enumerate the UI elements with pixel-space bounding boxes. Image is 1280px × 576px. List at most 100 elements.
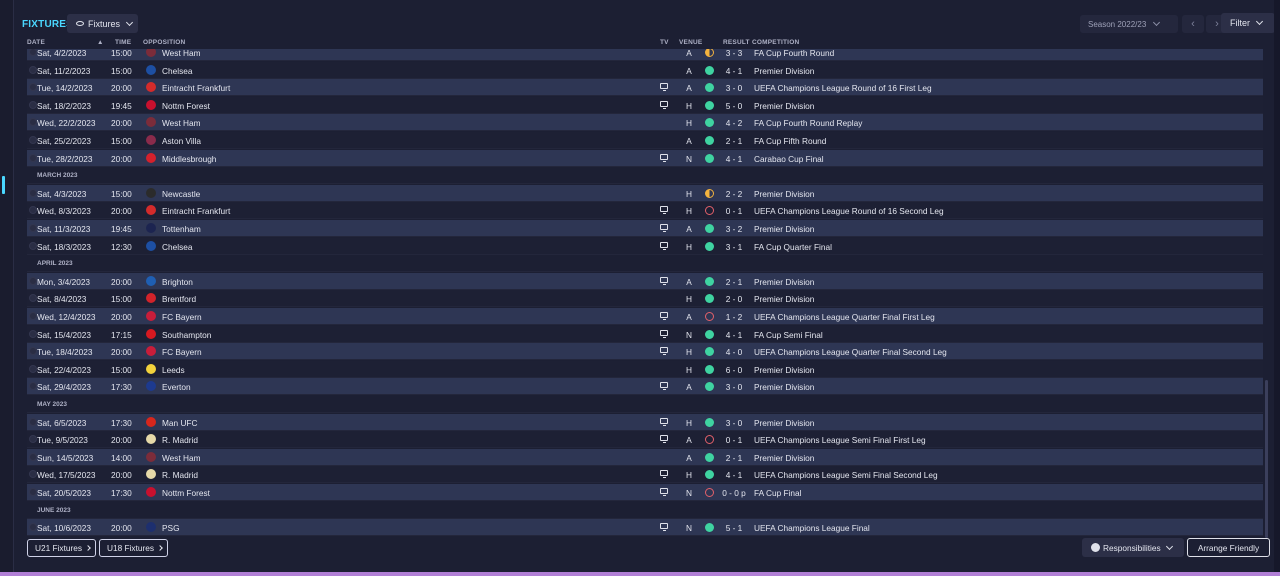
opposition-link[interactable]: Nottm Forest xyxy=(162,488,210,498)
row-select-icon[interactable] xyxy=(29,65,37,74)
fixture-result[interactable]: 3 - 2 xyxy=(722,224,746,234)
col-result[interactable]: RESULT xyxy=(723,39,750,46)
fixture-row[interactable]: Tue, 14/2/2023 20:00 Eintracht Frankfurt A 3… xyxy=(27,79,1263,97)
col-venue[interactable]: VENUE xyxy=(679,39,702,46)
opposition-link[interactable]: Southampton xyxy=(162,330,211,340)
competition-link[interactable]: UEFA Champions League Quarter Final Firs… xyxy=(754,312,935,322)
row-select-icon[interactable] xyxy=(29,488,37,496)
view-dropdown[interactable]: Fixtures xyxy=(67,14,138,33)
fixture-row[interactable]: Sat, 29/4/2023 17:30 Everton A 3 - 0 Premier … xyxy=(27,378,1263,396)
row-select-icon[interactable] xyxy=(29,49,37,56)
opposition-link[interactable]: Chelsea xyxy=(162,242,192,252)
competition-link[interactable]: Premier Division xyxy=(754,101,814,111)
competition-link[interactable]: UEFA Champions League Final xyxy=(754,523,870,533)
opposition-link[interactable]: Nottm Forest xyxy=(162,101,210,111)
opposition-link[interactable]: Newcastle xyxy=(162,189,200,199)
competition-link[interactable]: Carabao Cup Final xyxy=(754,154,824,164)
fixture-row[interactable]: Wed, 17/5/2023 20:00 R. Madrid H 4 - 1 UEFA C… xyxy=(27,466,1263,484)
fixture-result[interactable]: 4 - 1 xyxy=(722,66,746,76)
competition-link[interactable]: Premier Division xyxy=(754,189,814,199)
col-tv[interactable]: TV xyxy=(660,39,669,46)
row-select-icon[interactable] xyxy=(29,241,37,250)
filter-button[interactable]: Filter xyxy=(1221,13,1275,33)
fixture-result[interactable]: 4 - 0 xyxy=(722,347,746,357)
col-time[interactable]: TIME xyxy=(115,39,131,46)
opposition-link[interactable]: R. Madrid xyxy=(162,470,198,480)
fixture-row[interactable]: Sat, 10/6/2023 20:00 PSG N 5 - 1 UEFA Champio… xyxy=(27,519,1263,537)
fixture-result[interactable]: 2 - 0 xyxy=(722,294,746,304)
fixture-row[interactable]: Tue, 18/4/2023 20:00 FC Bayern H 4 - 0 UEFA C… xyxy=(27,343,1263,361)
row-select-icon[interactable] xyxy=(29,382,37,391)
row-select-icon[interactable] xyxy=(29,435,37,444)
competition-link[interactable]: Premier Division xyxy=(754,382,814,392)
opposition-link[interactable]: West Ham xyxy=(162,118,201,128)
row-select-icon[interactable] xyxy=(29,136,37,144)
row-select-icon[interactable] xyxy=(29,523,37,532)
fixture-result[interactable]: 2 - 2 xyxy=(722,189,746,199)
fixture-result[interactable]: 4 - 1 xyxy=(722,330,746,340)
competition-link[interactable]: FA Cup Fifth Round xyxy=(754,136,826,146)
fixture-result[interactable]: 0 - 0 p xyxy=(722,488,746,498)
row-select-icon[interactable] xyxy=(29,329,37,338)
row-select-icon[interactable] xyxy=(29,206,37,215)
fixture-row[interactable]: Sun, 14/5/2023 14:00 West Ham A 2 - 1 Premier… xyxy=(27,448,1263,466)
row-select-icon[interactable] xyxy=(29,100,37,109)
col-date[interactable]: DATE xyxy=(27,39,45,46)
competition-link[interactable]: Premier Division xyxy=(754,277,814,287)
row-select-icon[interactable] xyxy=(29,276,37,285)
competition-link[interactable]: UEFA Champions League Round of 16 First … xyxy=(754,83,932,93)
opposition-link[interactable]: FC Bayern xyxy=(162,347,202,357)
fixture-row[interactable]: Sat, 4/2/2023 15:00 West Ham A 3 - 3 FA Cup F… xyxy=(27,49,1263,61)
fixture-result[interactable]: 0 - 1 xyxy=(722,435,746,445)
row-select-icon[interactable] xyxy=(29,470,37,479)
fixture-result[interactable]: 2 - 1 xyxy=(722,453,746,463)
fixture-row[interactable]: Mon, 3/4/2023 20:00 Brighton A 2 - 1 Premier … xyxy=(27,272,1263,290)
fixture-result[interactable]: 2 - 1 xyxy=(722,136,746,146)
opposition-link[interactable]: Leeds xyxy=(162,365,185,375)
competition-link[interactable]: UEFA Champions League Quarter Final Seco… xyxy=(754,347,947,357)
fixture-result[interactable]: 6 - 0 xyxy=(722,365,746,375)
competition-link[interactable]: Premier Division xyxy=(754,66,814,76)
row-select-icon[interactable] xyxy=(29,294,37,303)
competition-link[interactable]: UEFA Champions League Semi Final First L… xyxy=(754,435,926,445)
competition-link[interactable]: UEFA Champions League Semi Final Second … xyxy=(754,470,938,480)
col-opposition[interactable]: OPPOSITION xyxy=(143,39,185,46)
row-select-icon[interactable] xyxy=(29,452,37,461)
competition-link[interactable]: Premier Division xyxy=(754,365,814,375)
row-select-icon[interactable] xyxy=(29,188,37,197)
opposition-link[interactable]: Brentford xyxy=(162,294,196,304)
competition-link[interactable]: UEFA Champions League Round of 16 Second… xyxy=(754,206,944,216)
opposition-link[interactable]: Man UFC xyxy=(162,418,198,428)
opposition-link[interactable]: Brighton xyxy=(162,277,193,287)
fixture-result[interactable]: 4 - 1 xyxy=(722,470,746,480)
fixture-row[interactable]: Sat, 11/2/2023 15:00 Chelsea A 4 - 1 Premier … xyxy=(27,61,1263,79)
competition-link[interactable]: FA Cup Semi Final xyxy=(754,330,823,340)
opposition-link[interactable]: Tottenham xyxy=(162,224,201,234)
fixture-result[interactable]: 3 - 0 xyxy=(722,83,746,93)
fixture-row[interactable]: Sat, 18/3/2023 12:30 Chelsea H 3 - 1 FA Cup Q… xyxy=(27,237,1263,255)
fixture-row[interactable]: Sat, 11/3/2023 19:45 Tottenham A 3 - 2 Premie… xyxy=(27,220,1263,237)
row-select-icon[interactable] xyxy=(29,417,37,426)
opposition-link[interactable]: Eintracht Frankfurt xyxy=(162,83,230,93)
fixture-row[interactable]: Wed, 22/2/2023 20:00 West Ham H 4 - 2 FA Cup … xyxy=(27,114,1263,132)
competition-link[interactable]: FA Cup Fourth Round Replay xyxy=(754,118,862,128)
opposition-link[interactable]: Eintracht Frankfurt xyxy=(162,206,230,216)
prev-season-button[interactable]: ‹ xyxy=(1182,15,1204,33)
fixture-row[interactable]: Tue, 28/2/2023 20:00 Middlesbrough N 4 - 1 Ca… xyxy=(27,149,1263,167)
responsibilities-button[interactable]: Responsibilities xyxy=(1082,538,1184,557)
fixture-row[interactable]: Wed, 8/3/2023 20:00 Eintracht Frankfurt H 0 … xyxy=(27,202,1263,220)
row-select-icon[interactable] xyxy=(29,224,37,232)
u21-fixtures-button[interactable]: U21 Fixtures xyxy=(27,539,96,557)
fixture-row[interactable]: Wed, 12/4/2023 20:00 FC Bayern A 1 - 2 UEFA C… xyxy=(27,308,1263,325)
fixture-result[interactable]: 3 - 0 xyxy=(722,418,746,428)
fixture-result[interactable]: 0 - 1 xyxy=(722,206,746,216)
fixture-result[interactable]: 5 - 1 xyxy=(722,523,746,533)
opposition-link[interactable]: West Ham xyxy=(162,49,201,58)
col-competition[interactable]: COMPETITION xyxy=(752,39,799,46)
opposition-link[interactable]: PSG xyxy=(162,523,180,533)
competition-link[interactable]: FA Cup Quarter Final xyxy=(754,242,832,252)
fixture-row[interactable]: Sat, 22/4/2023 15:00 Leeds H 6 - 0 Premier Di… xyxy=(27,360,1263,378)
competition-link[interactable]: Premier Division xyxy=(754,418,814,428)
row-select-icon[interactable] xyxy=(29,83,37,92)
opposition-link[interactable]: West Ham xyxy=(162,453,201,463)
